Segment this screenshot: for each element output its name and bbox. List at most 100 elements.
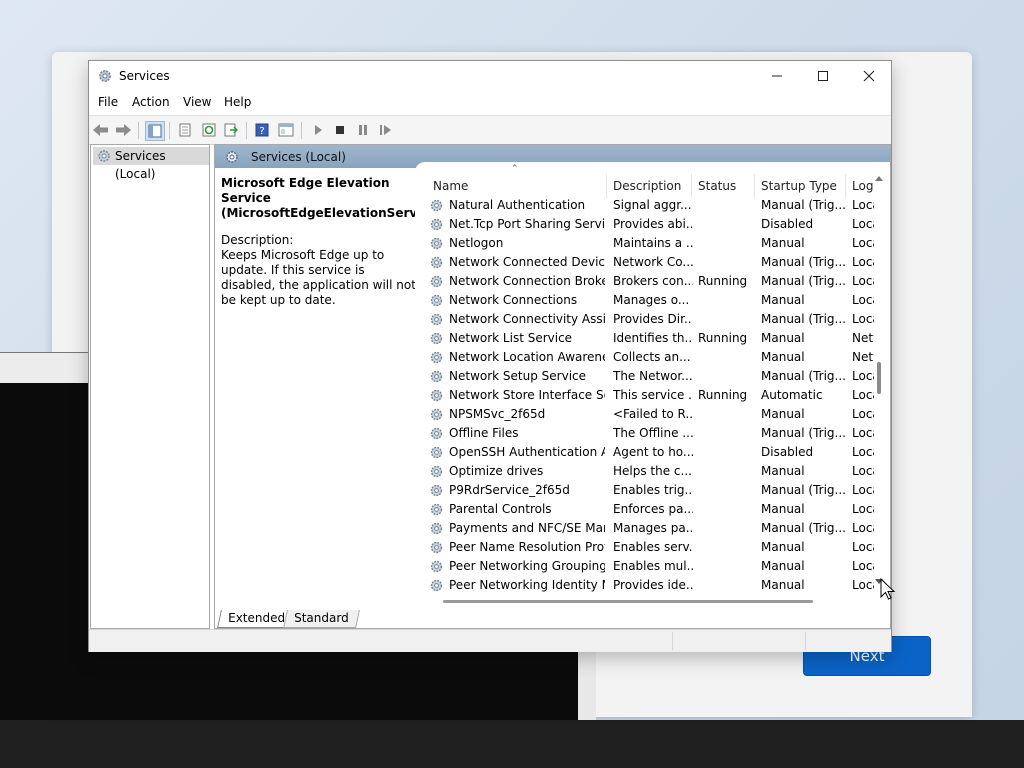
service-row[interactable]: Net.Tcp Port Sharing Service Provides abi… [415, 215, 875, 234]
cell-startup-type: Manual (Trig... [761, 521, 845, 535]
cell-name: Network Connectivity Assis... [449, 312, 605, 326]
service-row[interactable]: Peer Name Resolution Prot... Enables serv… [415, 538, 875, 557]
column-header-status[interactable]: Status [692, 174, 755, 198]
service-row[interactable]: Network Connectivity Assis... Provides Di… [415, 310, 875, 329]
toolbar-separator [246, 122, 247, 139]
view-tabs: Extended Standard [215, 610, 890, 628]
back-arrow-icon [93, 124, 108, 136]
service-gear-icon [430, 465, 443, 478]
cell-name: Parental Controls [449, 502, 552, 516]
services-window: Services File Action View Help ? Service… [88, 60, 892, 652]
background-panel-edge [578, 652, 596, 720]
column-header-description[interactable]: Description [607, 174, 692, 198]
column-header-startup-type[interactable]: Startup Type [755, 174, 846, 198]
title-bar[interactable]: Services [89, 61, 891, 92]
service-gear-icon [430, 541, 443, 554]
cell-startup-type: Manual (Trig... [761, 274, 845, 288]
service-row[interactable]: Network Connection Broker Brokers con... R… [415, 272, 875, 291]
column-header-name[interactable]: Name [427, 174, 607, 198]
description-text: Keeps Microsoft Edge up to update. If th… [221, 248, 416, 307]
services-gear-icon [99, 70, 111, 82]
cell-status: Running [698, 274, 748, 288]
pause-service-button[interactable] [354, 121, 372, 139]
service-gear-icon [430, 522, 443, 535]
service-row[interactable]: Peer Networking Grouping Enables mul... Ma… [415, 557, 875, 576]
service-row[interactable]: Offline Files The Offline ... Manual (Trig… [415, 424, 875, 443]
menu-help[interactable]: Help [224, 95, 251, 109]
cell-description: The Networ... [613, 369, 693, 383]
service-row[interactable]: Payments and NFC/SE Man... Manages pa... M… [415, 519, 875, 538]
properties-button[interactable] [176, 121, 194, 139]
cell-description: Manages o... [613, 293, 690, 307]
start-service-button[interactable] [309, 121, 327, 139]
service-gear-icon [430, 256, 443, 269]
service-row[interactable]: Natural Authentication Signal aggr... Manu… [415, 196, 875, 215]
pane-header-title: Services (Local) [251, 150, 346, 164]
cell-name: Network Connection Broker [449, 274, 605, 288]
menu-file[interactable]: File [98, 95, 118, 109]
service-gear-icon [430, 237, 443, 250]
service-row[interactable]: NPSMSvc_2f65d <Failed to R... Manual Loca [415, 405, 875, 424]
tab-standard[interactable]: Standard [283, 610, 360, 628]
restart-service-button[interactable] [377, 121, 395, 139]
export-list-button[interactable] [222, 121, 240, 139]
svg-text:?: ? [259, 126, 264, 137]
cell-description: Agent to ho... [613, 445, 693, 459]
service-gear-icon [430, 484, 443, 497]
stop-service-button[interactable] [331, 121, 349, 139]
tree-item-label: Services (Local) [115, 149, 166, 181]
menu-action[interactable]: Action [132, 95, 170, 109]
toolbar-separator [138, 122, 139, 139]
console-view-button[interactable] [277, 121, 295, 139]
service-row[interactable]: Netlogon Maintains a ... Manual Loca [415, 234, 875, 253]
service-row[interactable]: Network Connections Manages o... Manual Loc… [415, 291, 875, 310]
cell-log-on-as: Loca [852, 236, 874, 250]
cell-name: Network Location Awareness [449, 350, 605, 364]
back-button[interactable] [92, 121, 110, 139]
forward-arrow-icon [116, 124, 131, 136]
service-gear-icon [430, 370, 443, 383]
show-hide-console-tree-button[interactable] [145, 121, 165, 141]
cell-log-on-as: Loca [852, 578, 874, 592]
help-button[interactable]: ? [253, 121, 271, 139]
cell-name: OpenSSH Authentication A... [449, 445, 605, 459]
help-icon: ? [255, 123, 269, 137]
cell-name: Network Connections [449, 293, 578, 307]
minimize-button[interactable] [754, 61, 800, 91]
vertical-scroll-thumb[interactable] [877, 362, 881, 394]
cell-log-on-as: Loca [852, 502, 874, 516]
cell-description: Brokers con... [613, 274, 693, 288]
service-row[interactable]: Parental Controls Enforces pa... Manual Loc… [415, 500, 875, 519]
scroll-up-icon[interactable] [874, 174, 884, 182]
service-row[interactable]: OpenSSH Authentication A... Agent to ho..… [415, 443, 875, 462]
cell-log-on-as: Loca [852, 559, 874, 573]
cell-description: Provides Dir... [613, 312, 693, 326]
service-row[interactable]: Network Connected Device... Network Co...… [415, 253, 875, 272]
service-row[interactable]: Optimize drives Helps the c... Manual Loca [415, 462, 875, 481]
cell-description: Maintains a ... [613, 236, 693, 250]
service-gear-icon [430, 579, 443, 592]
cell-log-on-as: Loca [852, 540, 874, 554]
status-separator [672, 632, 673, 650]
vertical-scrollbar[interactable] [872, 172, 886, 592]
service-row[interactable]: P9RdrService_2f65d Enables trig... Manual … [415, 481, 875, 500]
cell-name: Optimize drives [449, 464, 544, 478]
service-gear-icon [430, 408, 443, 421]
refresh-button[interactable] [200, 121, 218, 139]
forward-button[interactable] [114, 121, 132, 139]
menu-view[interactable]: View [183, 95, 211, 109]
horizontal-scroll-thumb[interactable] [443, 600, 813, 603]
service-row[interactable]: Network List Service Identifies th... Runn… [415, 329, 875, 348]
service-row[interactable]: Network Location Awareness Collects an...… [415, 348, 875, 367]
service-row[interactable]: Network Store Interface Ser... This servi… [415, 386, 875, 405]
maximize-button[interactable] [800, 61, 846, 91]
close-button[interactable] [846, 61, 892, 91]
cell-name: Peer Networking Identity M... [449, 578, 605, 592]
service-row[interactable]: Network Setup Service The Networ... Manual… [415, 367, 875, 386]
service-gear-icon [430, 218, 443, 231]
cell-startup-type: Manual (Trig... [761, 483, 845, 497]
close-icon [863, 70, 875, 82]
tree-item-services-local[interactable]: Services (Local) [93, 147, 209, 181]
service-row[interactable]: Peer Networking Identity M... Provides id… [415, 576, 875, 595]
cell-startup-type: Automatic [761, 388, 823, 402]
